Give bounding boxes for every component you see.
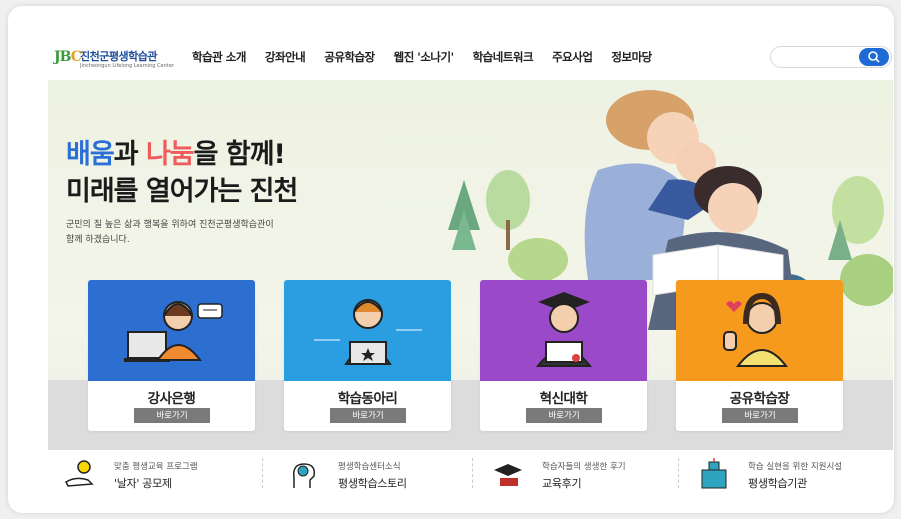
hero-section: 배움과 나눔을 함께! 미래를 열어가는 진천 군민의 질 높은 삶과 행복을 … xyxy=(48,80,893,498)
nav-item-projects[interactable]: 주요사업 xyxy=(552,49,593,65)
quick-links: 맞춤 평생교육 프로그램 '날자' 공모제 평생학습센터소식 평생학습스토리 학… xyxy=(48,450,893,498)
card-study-club[interactable]: 학습동아리 바로가기 xyxy=(284,280,451,431)
nav-item-about[interactable]: 학습관 소개 xyxy=(192,49,246,65)
search-box xyxy=(770,46,892,68)
site-header: JBC 진천군평생학습관 Jincheongun Lifelong Learni… xyxy=(48,36,893,80)
go-button[interactable]: 바로가기 xyxy=(526,408,602,423)
card-title: 혁신대학 xyxy=(539,391,588,407)
logo-subtitle: Jincheongun Lifelong Learning Center xyxy=(80,63,174,69)
student-laptop-icon xyxy=(284,280,451,381)
headline-line-1: 배움과 나눔을 함께! xyxy=(66,139,286,170)
divider xyxy=(678,458,679,488)
main-nav: 학습관 소개 강좌안내 공유학습장 웹진 '소나기' 학습네트워크 주요사업 정… xyxy=(192,49,671,65)
quick-link-program-contest[interactable]: 맞춤 평생교육 프로그램 '날자' 공모제 xyxy=(62,458,252,492)
lightbulb-hand-icon xyxy=(65,460,94,487)
card-innovation-college[interactable]: 혁신대학 바로가기 xyxy=(480,280,647,431)
quick-link-reviews[interactable]: 학습자들의 생생한 후기 교육후기 xyxy=(490,458,670,492)
divider xyxy=(472,458,473,488)
logo-name: 진천군평생학습관 xyxy=(80,50,157,63)
nav-item-webzine[interactable]: 웹진 '소나기' xyxy=(394,49,454,65)
graduate-icon xyxy=(480,280,647,381)
instructor-headset-icon xyxy=(88,280,255,381)
nav-item-info[interactable]: 정보마당 xyxy=(611,49,652,65)
search-icon xyxy=(868,51,880,63)
go-button[interactable]: 바로가기 xyxy=(722,408,798,423)
quick-link-institutions[interactable]: 학습 실현을 위한 지원시설 평생학습기관 xyxy=(696,458,886,492)
page: JBC 진천군평생학습관 Jincheongun Lifelong Learni… xyxy=(48,36,893,498)
quick-link-learning-story[interactable]: 평생학습센터소식 평생학습스토리 xyxy=(286,458,466,492)
hero-headline: 배움과 나눔을 함께! 미래를 열어가는 진천 xyxy=(66,136,298,210)
nav-item-shared-space[interactable]: 공유학습장 xyxy=(324,49,375,65)
waving-woman-icon xyxy=(676,280,843,381)
site-logo[interactable]: JBC 진천군평생학습관 Jincheongun Lifelong Learni… xyxy=(54,46,176,72)
logo-mark: JBC xyxy=(54,49,82,65)
globe-head-icon xyxy=(292,463,316,488)
search-button[interactable] xyxy=(859,48,889,66)
go-button[interactable]: 바로가기 xyxy=(330,408,406,423)
card-title: 공유학습장 xyxy=(729,391,790,407)
go-button[interactable]: 바로가기 xyxy=(134,408,210,423)
divider xyxy=(262,458,263,488)
hero-subtext: 군민의 질 높은 삶과 행복을 위하여 진천군평생학습관이 함께 하겠습니다. xyxy=(66,220,274,245)
headline-line-2: 미래를 열어가는 진천 xyxy=(66,176,298,207)
card-title: 학습동아리 xyxy=(337,391,398,407)
building-icon xyxy=(701,458,727,489)
nav-item-courses[interactable]: 강좌안내 xyxy=(265,49,306,65)
nav-item-network[interactable]: 학습네트워크 xyxy=(473,49,534,65)
graduation-cap-icon xyxy=(494,464,522,486)
card-shared-learning-space[interactable]: 공유학습장 바로가기 xyxy=(676,280,843,431)
browser-frame: JBC 진천군평생학습관 Jincheongun Lifelong Learni… xyxy=(8,6,894,513)
card-instructor-bank[interactable]: 강사은행 바로가기 xyxy=(88,280,255,431)
card-title: 강사은행 xyxy=(147,391,196,407)
search-input[interactable] xyxy=(771,47,861,67)
